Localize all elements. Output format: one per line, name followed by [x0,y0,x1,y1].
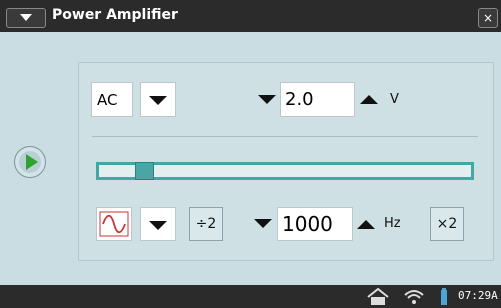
mode-selector-field[interactable]: AC [91,82,133,117]
waveform-selector[interactable] [96,207,132,241]
amplitude-slider-thumb[interactable] [135,162,155,180]
frequency-value: 1000 [282,212,333,236]
double-frequency-button[interactable]: ×2 [430,207,464,241]
play-icon [26,154,38,170]
home-icon[interactable] [366,287,390,307]
window-menu-button[interactable] [6,8,46,28]
mode-value: AC [97,91,118,109]
close-button[interactable]: × [478,8,498,28]
halve-frequency-button[interactable]: ÷2 [189,207,223,241]
amplitude-field[interactable]: 2.0 [280,82,355,117]
frequency-increase-button[interactable] [357,220,375,229]
clock: 07:29A [458,289,498,302]
title-bar: Power Amplifier × [0,0,501,32]
frequency-field[interactable]: 1000 [277,207,353,241]
chevron-down-icon [149,96,167,105]
taskbar: 07:29A [0,285,501,308]
amplitude-value: 2.0 [285,89,314,110]
amplitude-decrease-button[interactable] [258,95,276,104]
mode-dropdown-button[interactable] [140,82,176,117]
waveform-dropdown-button[interactable] [140,207,176,241]
amplitude-unit: V [390,92,399,107]
divider [92,136,478,137]
chevron-down-icon [149,221,167,230]
battery-icon [441,288,447,305]
frequency-unit: Hz [384,216,401,231]
chevron-down-icon [20,14,32,21]
sine-wave-icon [99,211,129,237]
play-button[interactable] [14,146,46,178]
frequency-decrease-button[interactable] [254,219,272,228]
window-title: Power Amplifier [52,7,178,23]
amplitude-increase-button[interactable] [360,95,378,104]
wifi-icon[interactable] [402,287,426,307]
